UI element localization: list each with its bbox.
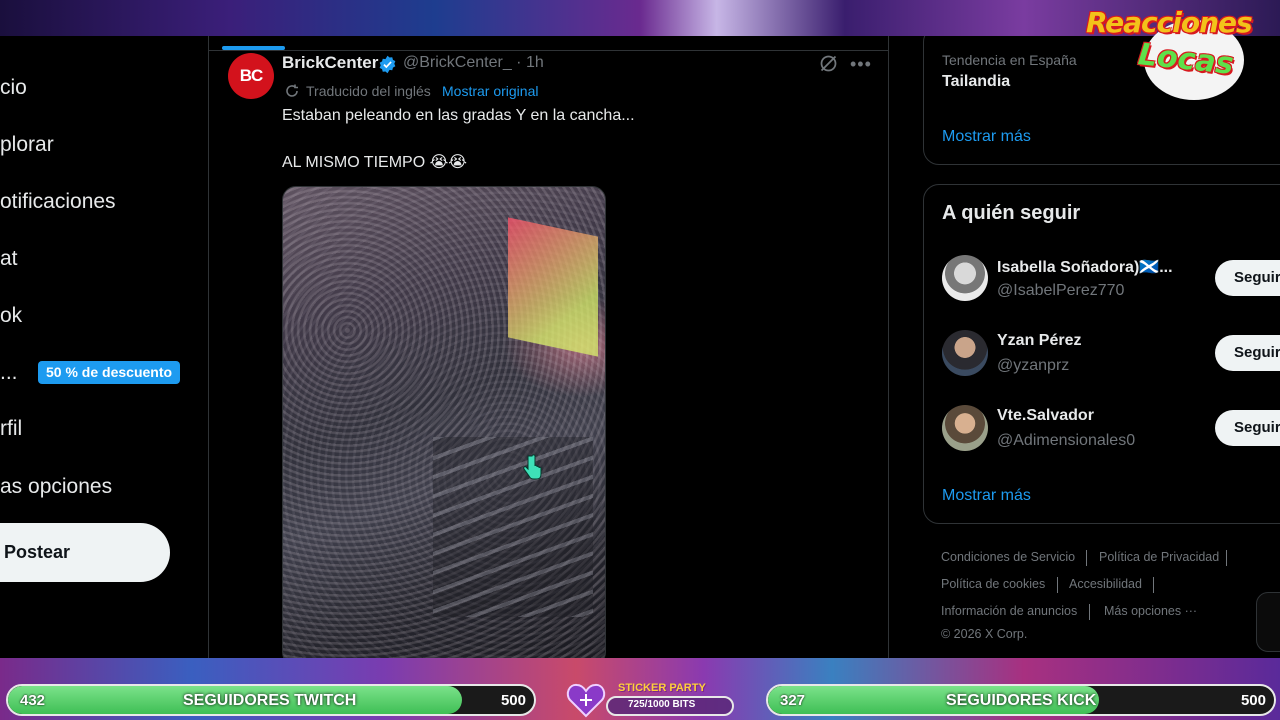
arena-stairs: [433, 437, 593, 617]
translated-label: Traducido del inglés: [306, 83, 431, 99]
footer-divider: [1153, 577, 1154, 593]
twitch-goal-current: 432: [20, 692, 46, 709]
footer-link-more[interactable]: Más opciones ···: [1104, 604, 1197, 618]
trend-category: Tendencia en España: [942, 52, 1077, 68]
avatar[interactable]: [942, 330, 988, 376]
kick-followers-goal: 327 SEGUIDORES KICK 500: [766, 684, 1276, 716]
twitch-goal-target: 500: [500, 692, 526, 709]
sticker-party-goal: STICKER PARTY 725/1000 BITS: [566, 682, 734, 718]
channel-logo: Reacciones Locas: [1086, 2, 1280, 102]
kick-goal-title: SEGUIDORES KICK: [946, 692, 1097, 709]
footer-divider: [1089, 604, 1090, 620]
footer-copyright: © 2026 X Corp.: [941, 627, 1028, 641]
nav-profile[interactable]: rfil: [0, 417, 22, 441]
author-handle[interactable]: @BrickCenter_ · 1h: [403, 54, 544, 72]
footer-link-accessibility[interactable]: Accesibilidad: [1069, 577, 1142, 591]
trend-name[interactable]: Tailandia: [942, 73, 1010, 91]
verified-badge-icon: [379, 55, 396, 74]
twitch-goal-title: SEGUIDORES TWITCH: [183, 692, 357, 709]
kick-goal-current: 327: [780, 692, 806, 709]
trends-show-more[interactable]: Mostrar más: [942, 128, 1031, 146]
footer-divider: [1226, 550, 1227, 566]
nav-explore[interactable]: plorar: [0, 133, 54, 157]
suggested-user-name[interactable]: Vte.Salvador: [997, 407, 1094, 425]
active-tab-indicator: [222, 46, 285, 50]
post-button[interactable]: Postear: [0, 523, 170, 582]
footer-divider: [1057, 577, 1058, 593]
nav-home[interactable]: cio: [0, 76, 27, 100]
premium-discount-badge[interactable]: 50 % de descuento: [38, 361, 181, 384]
arena-led-screen: [508, 217, 598, 357]
heart-icon: [566, 683, 606, 718]
author-avatar[interactable]: BC: [228, 53, 274, 99]
sticker-goal-title: STICKER PARTY: [618, 682, 706, 694]
avatar[interactable]: [942, 255, 988, 301]
column-divider: [208, 36, 209, 658]
hand-cursor-icon: [523, 454, 542, 480]
suggested-user-name[interactable]: Isabella Soñadora)🏴󠁧󠁢󠁳󠁣󠁴󠁿...: [997, 257, 1173, 277]
nav-premium[interactable]: ...: [0, 361, 18, 385]
twitch-followers-goal: 432 SEGUIDORES TWITCH 500: [6, 684, 536, 716]
avatar[interactable]: [942, 405, 988, 451]
suggested-user-name[interactable]: Yzan Pérez: [997, 332, 1081, 350]
tweet-text-line1: Estaban peleando en las gradas Y en la c…: [282, 107, 635, 124]
follow-button[interactable]: Seguir: [1215, 410, 1280, 446]
suggested-user-handle[interactable]: @IsabelPerez770: [997, 282, 1124, 300]
more-options-icon[interactable]: •••: [850, 54, 872, 75]
follow-show-more[interactable]: Mostrar más: [942, 487, 1031, 505]
footer-link-cookies[interactable]: Política de cookies: [941, 577, 1045, 591]
translate-icon: [286, 84, 298, 97]
show-original-link[interactable]: Mostrar original: [442, 83, 538, 99]
tab-divider: [208, 50, 888, 51]
follow-button[interactable]: Seguir: [1215, 260, 1280, 296]
column-divider: [888, 36, 889, 658]
nav-chat[interactable]: at: [0, 247, 18, 271]
suggested-user-handle[interactable]: @Adimensionales0: [997, 432, 1135, 450]
follow-button[interactable]: Seguir: [1215, 335, 1280, 371]
browser-screen: cio plorar otificaciones at ok ... 50 % …: [0, 36, 1280, 658]
logo-text-top: Reacciones: [1086, 6, 1253, 39]
tweet-text-line2: AL MISMO TIEMPO 😭😭: [282, 154, 467, 171]
grok-icon[interactable]: [818, 53, 839, 74]
suggested-user-handle[interactable]: @yzanprz: [997, 357, 1069, 375]
messages-drawer-button[interactable]: [1256, 592, 1280, 652]
author-name[interactable]: BrickCenter: [282, 53, 378, 73]
kick-goal-target: 500: [1240, 692, 1266, 709]
footer-link-privacy[interactable]: Política de Privacidad: [1099, 550, 1219, 564]
sticker-goal-value: 725/1000 BITS: [628, 699, 696, 710]
footer-divider: [1086, 550, 1087, 566]
who-to-follow-title: A quién seguir: [942, 202, 1081, 224]
tweet-video[interactable]: [282, 186, 606, 658]
footer-link-ads-info[interactable]: Información de anuncios: [941, 604, 1077, 618]
nav-grok[interactable]: ok: [0, 304, 22, 328]
nav-notifications[interactable]: otificaciones: [0, 190, 116, 214]
nav-more-options[interactable]: as opciones: [0, 475, 112, 499]
footer-link-terms[interactable]: Condiciones de Servicio: [941, 550, 1075, 564]
